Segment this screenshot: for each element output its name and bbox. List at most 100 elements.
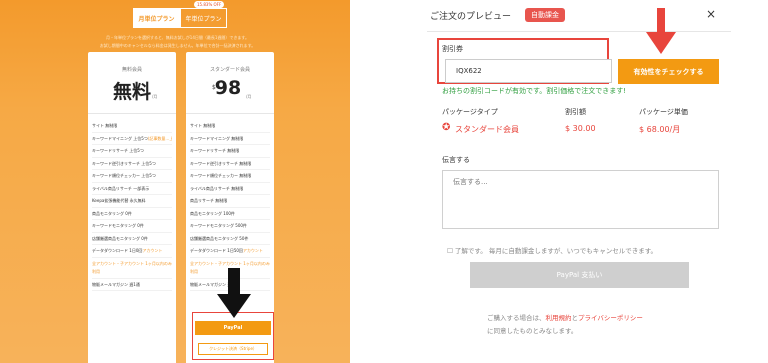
free-plan-name: 無料会員 — [121, 67, 142, 73]
privacy-policy-link[interactable]: プライバシーポリシー — [578, 314, 643, 322]
red-arrow-down-icon — [646, 8, 676, 54]
discount-badge: 15.83% OFF — [194, 1, 225, 8]
feature-item: 商品リサーチ 無制限 — [190, 195, 270, 208]
feature-item: 商品モニタリング 0件 — [92, 208, 172, 220]
coupon-label: 割引券 — [442, 45, 463, 53]
feature-item: 店舗厳選商品モニタリング 0件 — [92, 233, 172, 245]
feature-text: キーワードモニタリング 0件 — [92, 223, 144, 228]
feature-item: キーワード逆引きリサーチ 無制限 — [190, 158, 270, 170]
feature-highlight: 全アカウント・子アカウント 1ヶ月以内のみ利用 — [92, 260, 172, 274]
paypal-pay-button[interactable]: PayPal 支払い — [470, 262, 689, 288]
feature-text: 商品モニタリング 100件 — [190, 210, 235, 216]
order-preview-modal: ご注文のプレビュー 自動課金 × 割引券 有効性をチェックする お持ちの割引コー… — [427, 0, 731, 363]
feature-item: 全アカウント・子アカウント 1ヶ月以内のみ利用 — [92, 258, 172, 279]
standard-plan-name: スタンダード会員 — [209, 67, 250, 73]
tab-yearly[interactable]: 年単位プラン — [180, 8, 227, 28]
feature-text: データダウンロード 1日50回 — [190, 248, 243, 253]
feature-item: キーワード順位チェッカー 無制限 — [190, 170, 270, 183]
black-arrow-down-icon — [217, 268, 251, 318]
free-plan-unit: /月 — [152, 94, 158, 99]
terms-of-use-link[interactable]: 利用規約 — [546, 314, 572, 322]
package-type-label: パッケージタイプ — [442, 108, 498, 116]
feature-text: ライバル商品リサーチ 一部表示 — [92, 185, 150, 191]
intro-text: 月・年単位プランを選択すると、無料お試しが14日間（最長1週間）できます。 お試… — [70, 34, 285, 50]
standard-currency: $ — [212, 84, 216, 91]
feature-text: キーワード順位チェッカー 上位5つ — [92, 173, 156, 178]
feature-item: キーワードリサーチ 無制限 — [190, 145, 270, 158]
feature-text: 商品リサーチ 無制限 — [190, 198, 228, 203]
feature-text: サイト 無制限 — [92, 123, 118, 128]
stripe-button[interactable]: クレジット決済（Stripe） — [198, 343, 268, 355]
feature-item: 商品モニタリング 100件 — [190, 208, 270, 220]
modal-header: ご注文のプレビュー 自動課金 × — [427, 0, 731, 32]
feature-item: キーワードリサーチ 上位5つ — [92, 145, 172, 158]
feature-text: キーワードリサーチ 無制限 — [190, 148, 240, 153]
ribbon-icon: ✪ — [442, 122, 451, 133]
plan-tabs: 月単位プラン 年単位プラン — [133, 8, 227, 28]
feature-text: キーワード順位チェッカー 無制限 — [190, 173, 252, 178]
free-feature-list: サイト 無制限キーワードマイニング 上位5つ(記事数量…上位5件) キーワードリサ… — [88, 114, 176, 297]
feature-item: サイト 無制限 — [92, 120, 172, 133]
paypal-button[interactable]: PayPal — [195, 321, 271, 335]
feature-text: キーワード逆引きリサーチ 上位5つ — [92, 160, 156, 166]
auto-billing-badge: 自動課金 — [525, 8, 565, 22]
feature-text: 物販メールマガジン 週1通 — [92, 281, 140, 287]
message-label: 伝言する — [442, 156, 470, 164]
feature-item: Keepa拡張機能代替 永久無料 — [92, 195, 172, 208]
feature-item: サイト 無制限 — [190, 120, 270, 133]
feature-item: キーワード逆引きリサーチ 上位5つ — [92, 158, 172, 170]
intro-line-2: お試し期間中のキャンセルなら料金は発生しません。年単位で合計一括決済されます。 — [99, 43, 256, 48]
feature-text: キーワードマイニング 無制限 — [190, 135, 244, 141]
feature-item: データダウンロード 1日0回アカウント — [92, 245, 172, 258]
tab-monthly[interactable]: 月単位プラン — [133, 8, 180, 28]
feature-item: 店舗厳選商品モニタリング 50件 — [190, 233, 270, 245]
standard-plan-unit: /月 — [246, 94, 252, 99]
feature-item: キーワードマイニング 無制限 — [190, 133, 270, 145]
feature-item: キーワード順位チェッカー 上位5つ — [92, 170, 172, 183]
package-type-value: スタンダード会員 — [455, 125, 519, 134]
feature-highlight: アカウント — [242, 248, 263, 253]
free-plan-card: 無料会員 無料 /月 サイト 無制限キーワードマイニング 上位5つ(記事数量…上… — [88, 52, 176, 363]
feature-highlight: アカウント — [142, 248, 163, 253]
free-plan-price: 無料 — [112, 81, 151, 103]
feature-text: ライバル商品リサーチ 無制限 — [190, 185, 244, 191]
pricing-panel: 月単位プラン 年単位プラン 15.83% OFF 月・年単位プランを選択すると、… — [0, 0, 350, 363]
feature-item: キーワードモニタリング 500件 — [190, 220, 270, 233]
standard-plan-price: 98 — [214, 77, 242, 99]
feature-item: ライバル商品リサーチ 一部表示 — [92, 183, 172, 195]
feature-text: キーワードモニタリング 500件 — [190, 223, 247, 228]
feature-highlight: (記事数量…上位5件) — [147, 135, 172, 141]
coupon-valid-message: お持ちの割引コードが有効です。割引価格で注文できます! — [442, 87, 627, 95]
feature-item: キーワードモニタリング 0件 — [92, 220, 172, 233]
feature-item: 物販メールマガジン 週1通 — [92, 279, 172, 291]
feature-text: キーワードリサーチ 上位5つ — [92, 148, 144, 153]
checkbox-icon[interactable]: ☐ — [447, 247, 453, 255]
discount-label: 割引額 — [565, 108, 586, 116]
check-validity-button[interactable]: 有効性をチェックする — [618, 59, 719, 84]
discount-value: $ 30.00 — [565, 124, 596, 133]
intro-line-1: 月・年単位プランを選択すると、無料お試しが14日間（最長1週間）できます。 — [105, 35, 250, 40]
feature-text: キーワードマイニング 上位5つ — [92, 135, 148, 141]
feature-text: サイト 無制限 — [190, 123, 216, 128]
agree-text: 了解です。 毎月に自動課金しますが、いつでもキャンセルできます。 — [454, 247, 658, 255]
feature-item: ライバル商品リサーチ 無制限 — [190, 183, 270, 195]
modal-title: ご注文のプレビュー — [430, 12, 512, 22]
feature-item: データダウンロード 1日50回アカウント — [190, 245, 270, 258]
feature-text: 商品モニタリング 0件 — [92, 210, 132, 216]
feature-text: データダウンロード 1日0回 — [92, 248, 143, 253]
terms-suffix: に同意したものとみなします。 — [487, 327, 578, 335]
coupon-input[interactable] — [445, 59, 612, 83]
unit-price-value: $ 68.00/月 — [639, 125, 681, 134]
terms-text: ご購入する場合は、利用規約とプライバシーポリシー に同意したものとみなします。 — [487, 312, 677, 338]
feature-text: 店舗厳選商品モニタリング 50件 — [190, 235, 249, 241]
unit-price-label: パッケージ単価 — [639, 108, 688, 116]
feature-item: キーワードマイニング 上位5つ(記事数量…上位5件) — [92, 133, 172, 145]
feature-text: 店舗厳選商品モニタリング 0件 — [92, 235, 148, 241]
agree-checkbox-row[interactable]: ☐ 了解です。 毎月に自動課金しますが、いつでもキャンセルできます。 — [447, 245, 657, 255]
standard-card-header: スタンダード会員 $ 98 /月 — [186, 52, 274, 114]
feature-text: キーワード逆引きリサーチ 無制限 — [190, 160, 252, 166]
close-icon[interactable]: × — [706, 7, 716, 21]
message-textarea[interactable] — [442, 170, 719, 229]
free-card-header: 無料会員 無料 /月 — [88, 52, 176, 114]
feature-text: Keepa拡張機能代替 永久無料 — [92, 198, 146, 203]
